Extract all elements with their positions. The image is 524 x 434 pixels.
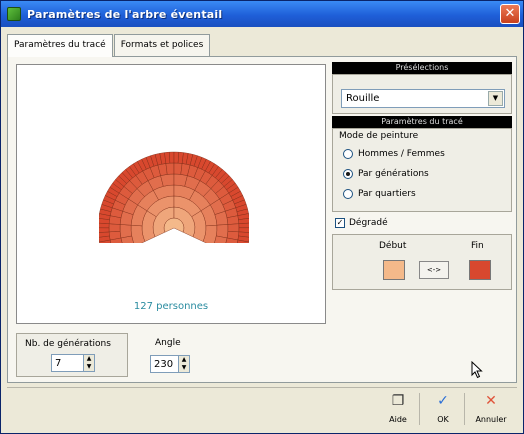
generations-group: Nb. de générations 7 ▲ ▼ [16, 333, 128, 377]
presets-header: Présélections [332, 62, 512, 74]
checkbox-icon[interactable]: ✓ [335, 218, 345, 228]
gradient-colors-group: Début Fin <-> [332, 234, 512, 290]
cancel-button[interactable]: ✕ Annuler [471, 390, 511, 430]
cancel-label: Annuler [475, 415, 507, 424]
radio-label: Par générations [358, 169, 429, 179]
fan-cell [169, 151, 175, 164]
fan-chart-preview: 127 personnes [16, 64, 326, 324]
fan-cell [99, 227, 110, 233]
fan-cell [238, 222, 249, 229]
paint-mode-group: Mode de peinture Hommes / Femmes Par gén… [332, 128, 512, 212]
radio-icon [343, 169, 353, 179]
fan-cell [165, 162, 175, 175]
radio-label: Par quartiers [358, 189, 416, 199]
angle-label: Angle [155, 338, 181, 348]
paint-mode-label: Mode de peinture [339, 131, 419, 141]
angle-value: 230 [154, 358, 174, 370]
cross-icon: ✕ [485, 393, 497, 409]
fan-cell [216, 224, 229, 239]
help-button[interactable]: ❐ Aide [378, 390, 418, 430]
fan-cell [227, 223, 240, 233]
radio-par-generations[interactable]: Par générations [343, 169, 429, 179]
angle-spinner[interactable]: 230 ▲ ▼ [150, 355, 190, 373]
radio-icon [343, 149, 353, 159]
swap-colors-button[interactable]: <-> [419, 261, 449, 279]
fan-chart [99, 151, 249, 243]
tab-formats-polices[interactable]: Formats et polices [113, 34, 211, 56]
chevron-down-icon[interactable]: ▼ [488, 91, 503, 106]
options-sidebar: Présélections Rouille ▼ Paramètres du tr… [332, 62, 512, 290]
preset-selected-value: Rouille [346, 93, 380, 104]
radio-icon [343, 189, 353, 199]
ok-label: OK [437, 415, 449, 424]
presets-group: Rouille ▼ [332, 74, 512, 114]
end-color-swatch[interactable] [469, 260, 491, 280]
spinner-arrows[interactable]: ▲ ▼ [178, 356, 189, 372]
generations-spinner[interactable]: 7 ▲ ▼ [51, 354, 95, 372]
tab-parametres-trace[interactable]: Paramètres du tracé [7, 34, 113, 57]
end-color-label: Fin [471, 241, 484, 251]
preset-select[interactable]: Rouille ▼ [341, 89, 505, 108]
footer-divider [7, 387, 517, 388]
person-count: 127 personnes [133, 301, 209, 312]
gradient-checkbox-row[interactable]: ✓ Dégradé [332, 212, 512, 234]
style-header: Paramètres du tracé [332, 116, 512, 128]
fan-cell [108, 223, 121, 233]
help-label: Aide [389, 415, 407, 424]
dialog-window: Paramètres de l'arbre éventail ✕ Paramèt… [0, 0, 524, 434]
footer-divider [464, 393, 465, 425]
close-icon: ✕ [504, 6, 516, 21]
radio-label: Hommes / Femmes [358, 149, 445, 159]
tab-strip: Paramètres du tracé Formats et polices [7, 34, 211, 57]
radio-par-quartiers[interactable]: Par quartiers [343, 189, 416, 199]
start-color-swatch[interactable] [383, 260, 405, 280]
mouse-cursor-icon [471, 361, 483, 379]
generations-label: Nb. de générations [25, 339, 111, 349]
tab-panel: 127 personnes Nb. de générations 7 ▲ ▼ An… [7, 56, 517, 383]
window-title: Paramètres de l'arbre éventail [27, 7, 223, 21]
app-icon [7, 7, 21, 21]
footer-divider [419, 393, 420, 425]
title-bar: Paramètres de l'arbre éventail ✕ [1, 1, 523, 27]
start-color-label: Début [379, 241, 407, 251]
generations-value: 7 [55, 357, 62, 369]
gradient-label: Dégradé [349, 218, 388, 228]
ok-button[interactable]: ✓ OK [423, 390, 463, 430]
spinner-arrows[interactable]: ▲ ▼ [83, 355, 94, 371]
help-icon: ❐ [391, 393, 405, 409]
fan-cell [119, 224, 132, 239]
close-button[interactable]: ✕ [500, 4, 520, 24]
check-icon: ✓ [437, 393, 449, 409]
radio-hommes-femmes[interactable]: Hommes / Femmes [343, 149, 445, 159]
